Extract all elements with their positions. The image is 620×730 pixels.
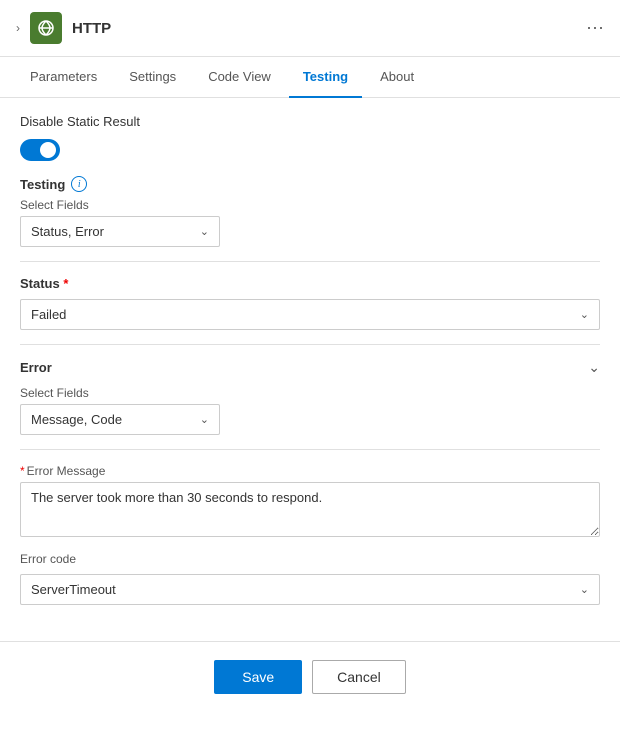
status-chevron-icon: ⌄ xyxy=(580,308,589,321)
tab-settings[interactable]: Settings xyxy=(115,57,190,98)
main-content: Disable Static Result Testing i Select F… xyxy=(0,98,620,621)
error-select-fields-dropdown[interactable]: Message, Code ⌄ xyxy=(20,404,220,435)
testing-info-icon[interactable]: i xyxy=(71,176,87,192)
cancel-button[interactable]: Cancel xyxy=(312,660,406,694)
error-section-header: Error ⌄ xyxy=(20,359,600,376)
error-collapse-icon[interactable]: ⌄ xyxy=(588,359,600,376)
status-section-title: Status * xyxy=(20,276,600,291)
error-section-title: Error xyxy=(20,360,52,375)
error-select-chevron-icon: ⌄ xyxy=(200,413,209,426)
tab-testing[interactable]: Testing xyxy=(289,57,362,98)
select-fields-dropdown[interactable]: Status, Error ⌄ xyxy=(20,216,220,247)
connector-icon xyxy=(30,12,62,44)
error-section: Error ⌄ Select Fields Message, Code ⌄ * … xyxy=(20,359,600,605)
error-message-input[interactable]: The server took more than 30 seconds to … xyxy=(20,482,600,537)
divider-2 xyxy=(20,344,600,345)
disable-static-result-toggle[interactable] xyxy=(20,139,60,161)
error-code-dropdown[interactable]: ServerTimeout ⌄ xyxy=(20,574,600,605)
select-fields-value: Status, Error xyxy=(31,224,104,239)
status-section: Status * Failed ⌄ xyxy=(20,276,600,330)
tab-code-view[interactable]: Code View xyxy=(194,57,285,98)
tab-about[interactable]: About xyxy=(366,57,428,98)
status-dropdown-value: Failed xyxy=(31,307,66,322)
status-dropdown[interactable]: Failed ⌄ xyxy=(20,299,600,330)
header: › HTTP ⋯ xyxy=(0,0,620,57)
breadcrumb-chevron[interactable]: › xyxy=(16,21,20,35)
error-code-value: ServerTimeout xyxy=(31,582,116,597)
error-select-fields-value: Message, Code xyxy=(31,412,122,427)
error-select-fields-label: Select Fields xyxy=(20,386,600,400)
footer: Save Cancel xyxy=(0,641,620,712)
testing-section-heading: Testing i xyxy=(20,176,600,192)
error-message-required-marker: * xyxy=(20,464,25,478)
disable-static-result-row: Disable Static Result xyxy=(20,114,600,129)
error-code-chevron-icon: ⌄ xyxy=(580,583,589,596)
more-options-icon[interactable]: ⋯ xyxy=(586,18,604,39)
page-title: HTTP xyxy=(72,20,576,37)
error-code-label: Error code xyxy=(20,552,600,566)
select-fields-chevron-icon: ⌄ xyxy=(200,225,209,238)
divider-3 xyxy=(20,449,600,450)
disable-static-result-label: Disable Static Result xyxy=(20,114,140,129)
divider-1 xyxy=(20,261,600,262)
status-required-marker: * xyxy=(63,276,68,291)
tab-bar: Parameters Settings Code View Testing Ab… xyxy=(0,57,620,98)
save-button[interactable]: Save xyxy=(214,660,302,694)
tab-parameters[interactable]: Parameters xyxy=(16,57,111,98)
testing-section-title: Testing xyxy=(20,177,65,192)
select-fields-label: Select Fields xyxy=(20,198,600,212)
error-message-label: * Error Message xyxy=(20,464,600,478)
